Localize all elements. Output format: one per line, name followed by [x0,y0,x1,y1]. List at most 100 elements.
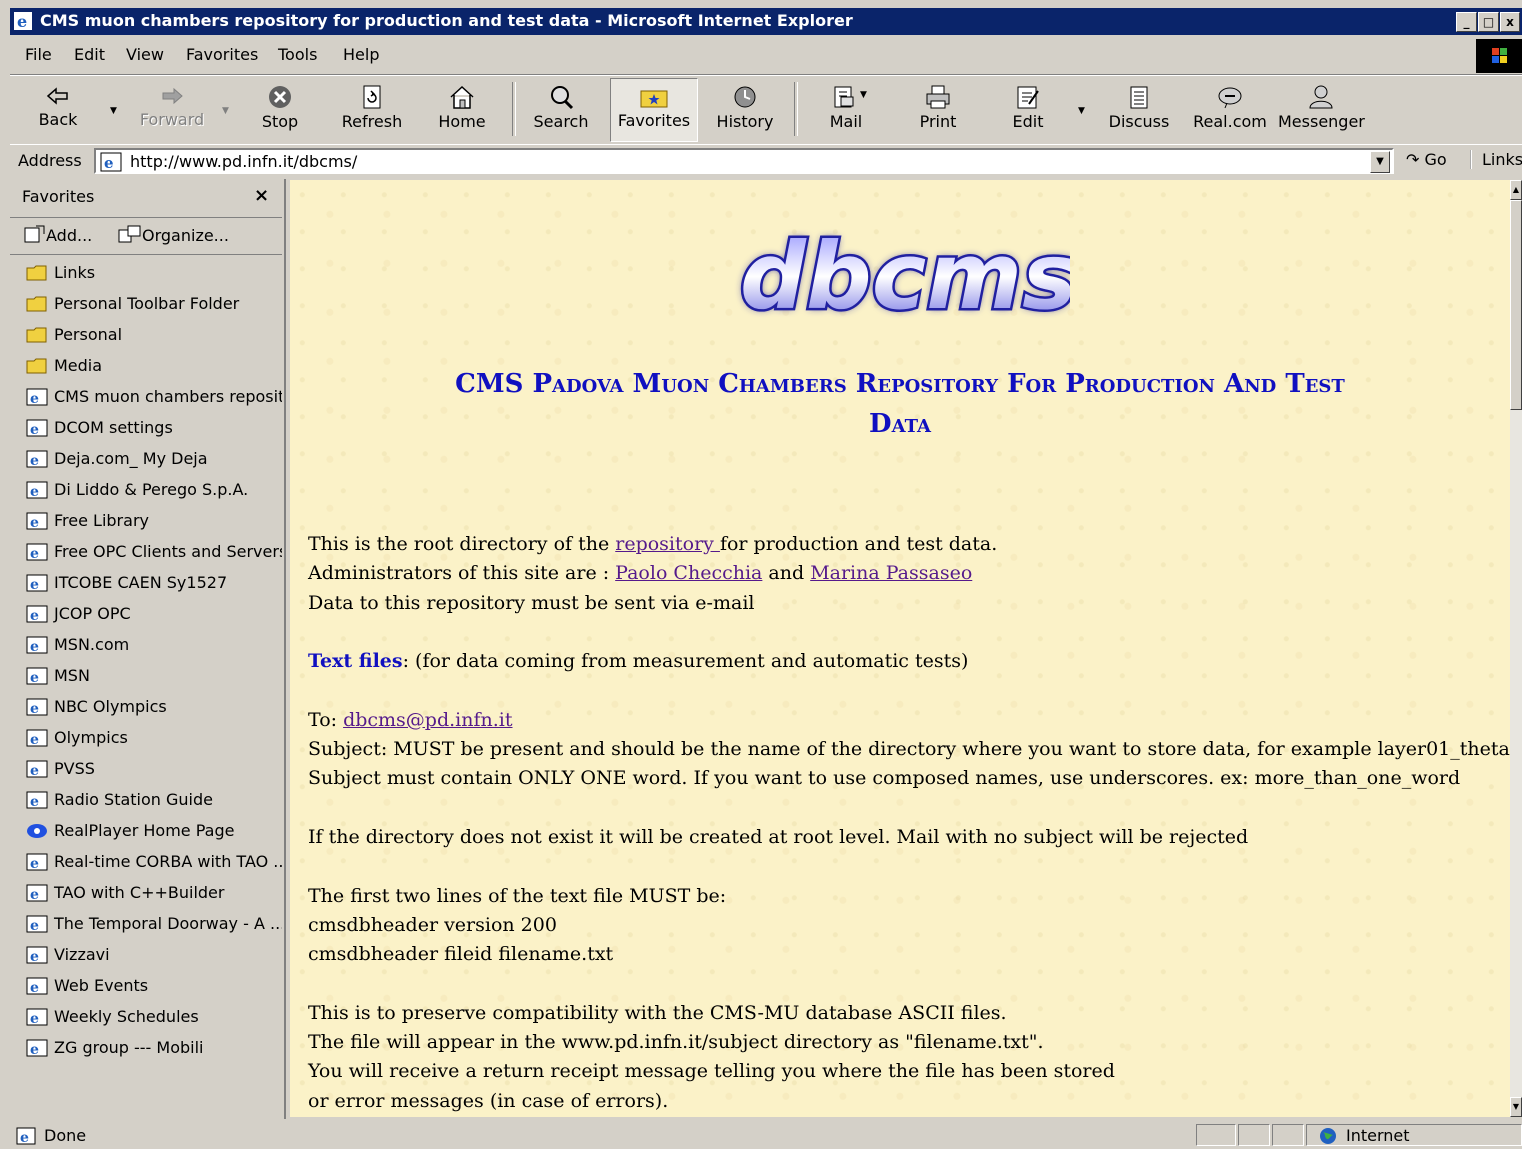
menu-help[interactable]: Help [343,45,379,64]
compat-note: This is to preserve compatibility with t… [308,1001,1007,1024]
organize-favorites-button[interactable]: Organize... [118,225,229,245]
favorite-item[interactable]: RealPlayer Home Page [10,815,282,846]
favorite-item[interactable]: e Deja.com_ My Deja [10,443,282,474]
print-icon [926,85,950,109]
admin-link-passaseo[interactable]: Marina Passaseo [810,562,972,584]
edit-dropdown-icon[interactable]: ▼ [1078,106,1085,116]
svg-text:e: e [30,546,39,561]
discuss-button[interactable]: Discuss [1106,78,1172,140]
favorite-item[interactable]: Media [10,350,282,381]
favorite-item[interactable]: e Vizzavi [10,939,282,970]
favorite-item[interactable]: e MSN.com [10,629,282,660]
stop-button[interactable]: Stop [252,78,308,140]
print-button[interactable]: Print [910,78,966,140]
favorite-item[interactable]: e NBC Olympics [10,691,282,722]
svg-text:e: e [30,422,39,437]
minimize-button[interactable]: _ [1456,12,1477,32]
svg-text:e: e [30,1042,39,1057]
scroll-up-icon[interactable]: ▲ [1510,180,1522,200]
menu-bar: File Edit View Favorites Tools Help [10,36,1522,75]
globe-icon [1320,1128,1336,1144]
favorite-item[interactable]: e DCOM settings [10,412,282,443]
web-page-content: dbcms dbcms CMS Padova Muon Chambers Rep… [290,180,1510,1117]
favorite-item[interactable]: e Free Library [10,505,282,536]
ie-page-icon: e [26,698,48,716]
mail-button[interactable]: Mail [818,78,874,140]
go-button[interactable]: ↷ Go [1406,150,1447,169]
scroll-down-icon[interactable]: ▼ [1510,1097,1522,1117]
favorite-item[interactable]: e Web Events [10,970,282,1001]
back-dropdown-icon[interactable]: ▼ [110,106,117,116]
ie-page-icon: e [26,543,48,561]
menu-view[interactable]: View [126,45,164,64]
favorite-item[interactable]: e Di Liddo & Perego S.p.A. [10,474,282,505]
ie-page-icon: e [26,884,48,902]
favorite-item[interactable]: Personal [10,319,282,350]
favorite-item[interactable]: e Olympics [10,722,282,753]
links-button[interactable]: Links [1470,150,1522,169]
favorites-pane-title: Favorites [22,187,95,206]
ie-page-icon: e [26,946,48,964]
favorites-button[interactable]: Favorites [610,78,698,142]
forward-button[interactable]: Forward [136,78,208,140]
address-input[interactable]: e http://www.pd.infn.it/dbcms/ ▼ [94,148,1394,174]
header-line-2: cmsdbheader fileid filename.txt [308,943,614,966]
add-favorite-button[interactable]: Add... [24,225,92,245]
mail-dropdown-icon[interactable]: ▼ [860,90,867,100]
folder-icon [26,296,47,312]
favorite-item[interactable]: e Weekly Schedules [10,1001,282,1032]
favorite-item[interactable]: e MSN [10,660,282,691]
email-link[interactable]: dbcms@pd.infn.it [343,709,512,731]
menu-favorites[interactable]: Favorites [186,45,258,64]
menu-file[interactable]: File [25,45,52,64]
favorite-item-label: TAO with C++Builder [54,883,225,902]
page-icon: e [100,152,122,172]
status-cell [1238,1124,1270,1146]
refresh-button[interactable]: Refresh [336,78,408,140]
favorite-item[interactable]: Links [10,257,282,288]
favorite-item[interactable]: e ITCOBE CAEN Sy1527 [10,567,282,598]
realcom-button[interactable]: Real.com [1190,78,1270,140]
favorite-item[interactable]: e ZG group --- Mobili [10,1032,282,1063]
svg-text:e: e [104,154,114,172]
favorite-item[interactable]: e JCOP OPC [10,598,282,629]
edit-button[interactable]: Edit [1000,78,1056,140]
standard-toolbar: Back ▼ Forward ▼ Stop Refresh Home Searc… [10,75,1522,145]
page-body: This is the root directory of the reposi… [308,530,1510,1116]
close-icon[interactable]: × [254,185,269,206]
ie-page-icon: e [26,605,48,623]
back-button[interactable]: Back [30,78,86,140]
messenger-button[interactable]: Messenger [1278,78,1365,140]
favorite-item[interactable]: e Real-time CORBA with TAO ... [10,846,282,877]
scroll-thumb[interactable] [1510,200,1522,410]
address-url[interactable]: http://www.pd.infn.it/dbcms/ [130,152,357,171]
home-button[interactable]: Home [430,78,494,140]
ie-page-icon: e [26,1039,48,1057]
svg-text:e: e [30,980,39,995]
text-files-line: Text files: (for data coming from measur… [308,650,969,673]
close-window-button[interactable]: x [1500,12,1520,32]
favorite-item[interactable]: e PVSS [10,753,282,784]
ie-page-icon: e [26,853,48,871]
menu-edit[interactable]: Edit [74,45,105,64]
favorite-item[interactable]: e CMS muon chambers reposit... [10,381,282,412]
admin-link-checchia[interactable]: Paolo Checchia [615,562,762,584]
favorite-item[interactable]: e Radio Station Guide [10,784,282,815]
stop-icon [269,86,291,108]
history-button[interactable]: History [710,78,780,140]
menu-tools[interactable]: Tools [278,45,317,64]
favorite-item[interactable]: e The Temporal Doorway - A ... [10,908,282,939]
organize-icon [118,225,141,243]
forward-dropdown-icon[interactable]: ▼ [222,106,229,116]
maximize-button[interactable]: □ [1478,12,1499,32]
search-button[interactable]: Search [528,78,594,140]
address-label: Address [18,151,82,170]
address-dropdown-button[interactable]: ▼ [1370,151,1390,173]
folder-icon [26,358,47,374]
favorite-item[interactable]: e Free OPC Clients and Servers [10,536,282,567]
messenger-icon [1309,85,1333,109]
favorite-item[interactable]: e TAO with C++Builder [10,877,282,908]
repository-link[interactable]: repository [615,533,720,555]
favorite-item[interactable]: Personal Toolbar Folder [10,288,282,319]
vertical-scrollbar[interactable]: ▲ ▼ [1510,180,1522,1117]
